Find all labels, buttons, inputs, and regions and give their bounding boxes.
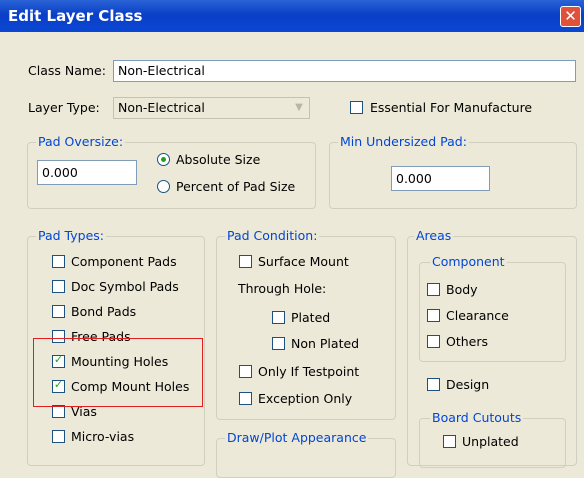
design-label: Design — [446, 377, 490, 392]
areas-title: Areas — [414, 228, 454, 243]
plated-checkbox[interactable] — [272, 311, 285, 324]
component-pads-label: Component Pads — [71, 254, 177, 269]
micro-vias-label: Micro-vias — [71, 429, 135, 444]
component-title: Component — [430, 254, 507, 269]
micro-vias-checkbox[interactable] — [52, 430, 65, 443]
unplated-checkbox[interactable] — [443, 435, 456, 448]
bond-pads-label: Bond Pads — [71, 304, 137, 319]
draw-plot-title: Draw/Plot Appearance — [225, 430, 369, 445]
non-plated-label: Non Plated — [291, 336, 360, 351]
title-bar: Edit Layer Class ✕ — [0, 0, 584, 32]
surface-mount-label: Surface Mount — [258, 254, 349, 269]
close-icon[interactable]: ✕ — [560, 6, 581, 27]
surface-mount-checkbox[interactable] — [239, 255, 252, 268]
percent-pad-size-radio[interactable] — [157, 180, 170, 193]
min-undersized-title: Min Undersized Pad: — [338, 134, 469, 149]
through-hole-label: Through Hole: — [238, 281, 327, 296]
component-pads-checkbox[interactable] — [52, 255, 65, 268]
non-plated-checkbox[interactable] — [272, 337, 285, 350]
clearance-label: Clearance — [446, 308, 509, 323]
class-name-label: Class Name: — [28, 63, 106, 78]
others-checkbox[interactable] — [427, 335, 440, 348]
exception-only-checkbox[interactable] — [239, 392, 252, 405]
class-name-input[interactable]: Non-Electrical — [113, 60, 576, 82]
board-cutouts-title: Board Cutouts — [430, 410, 524, 425]
absolute-size-label: Absolute Size — [176, 152, 261, 167]
essential-checkbox[interactable] — [350, 101, 363, 114]
layer-type-combo[interactable]: Non-Electrical ▼ — [113, 97, 310, 119]
chevron-down-icon[interactable]: ▼ — [290, 99, 308, 117]
pad-condition-title: Pad Condition: — [225, 228, 320, 243]
doc-symbol-pads-checkbox[interactable] — [52, 280, 65, 293]
essential-label: Essential For Manufacture — [370, 100, 533, 115]
only-if-testpoint-label: Only If Testpoint — [258, 364, 360, 379]
percent-pad-size-label: Percent of Pad Size — [176, 179, 296, 194]
window-title: Edit Layer Class — [8, 7, 143, 25]
only-if-testpoint-checkbox[interactable] — [239, 365, 252, 378]
plated-label: Plated — [291, 310, 331, 325]
highlight-box — [33, 338, 203, 407]
min-undersized-input[interactable]: 0.000 — [391, 166, 490, 191]
design-checkbox[interactable] — [427, 378, 440, 391]
doc-symbol-pads-label: Doc Symbol Pads — [71, 279, 179, 294]
layer-type-label: Layer Type: — [28, 100, 100, 115]
pad-types-title: Pad Types: — [36, 228, 106, 243]
pad-oversize-input[interactable]: 0.000 — [37, 160, 137, 185]
body-checkbox[interactable] — [427, 283, 440, 296]
body-label: Body — [446, 282, 478, 297]
unplated-label: Unplated — [462, 434, 519, 449]
exception-only-label: Exception Only — [258, 391, 353, 406]
layer-type-value: Non-Electrical — [118, 100, 205, 115]
pad-oversize-title: Pad Oversize: — [36, 134, 126, 149]
others-label: Others — [446, 334, 489, 349]
absolute-size-radio[interactable] — [157, 153, 170, 166]
bond-pads-checkbox[interactable] — [52, 305, 65, 318]
clearance-checkbox[interactable] — [427, 309, 440, 322]
